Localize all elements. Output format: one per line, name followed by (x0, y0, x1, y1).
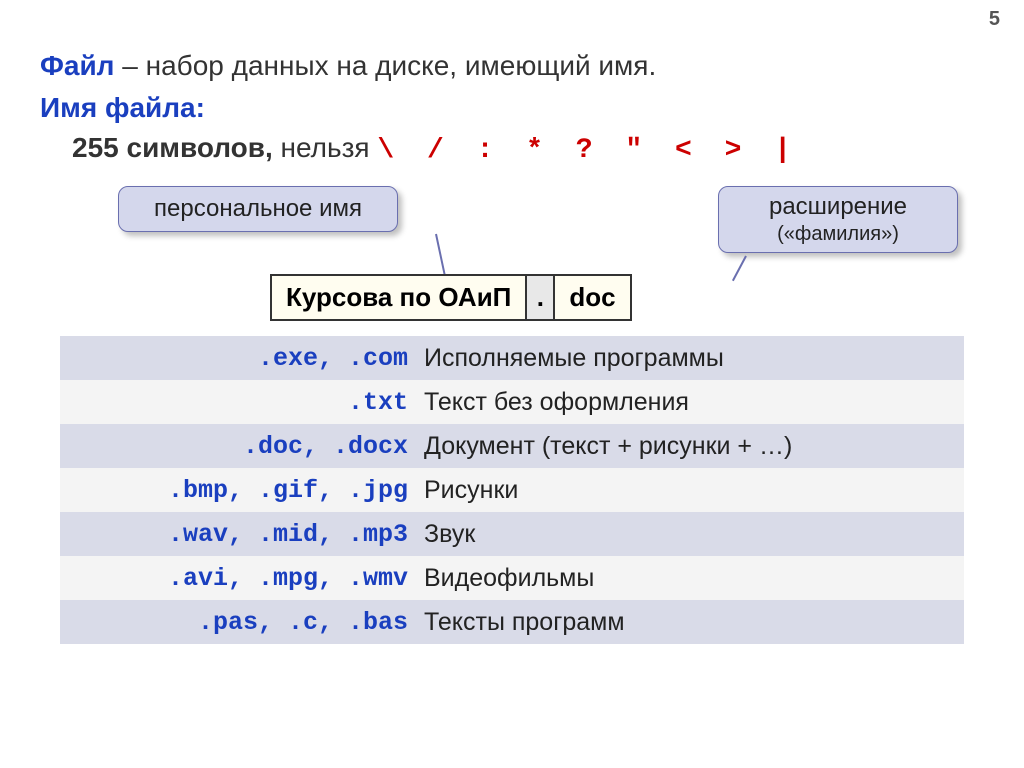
desc-cell: Звук (420, 520, 964, 549)
slide-content: Файл – набор данных на диске, имеющий им… (0, 0, 1024, 644)
desc-cell: Документ (текст + рисунки + …) (420, 432, 964, 461)
definition-text: набор данных на диске, имеющий имя. (146, 50, 657, 81)
filename-example: Курсова по ОАиП . doc (270, 274, 632, 321)
table-row: .wav, .mid, .mp3 Звук (60, 512, 964, 556)
page-number: 5 (989, 8, 1000, 31)
filename-label: Имя файла: (40, 92, 984, 124)
ext-cell: .txt (60, 388, 420, 417)
callout-extension: расширение («фамилия») (718, 186, 958, 253)
term-file: Файл (40, 50, 114, 81)
callout-pointer-left (435, 234, 446, 275)
desc-cell: Рисунки (420, 476, 964, 505)
ext-cell: .doc, .docx (60, 432, 420, 461)
forbid-word: нельзя (273, 132, 378, 163)
dash: – (114, 50, 145, 81)
callouts-area: персональное имя расширение («фамилия») … (40, 186, 984, 326)
ext-cell: .wav, .mid, .mp3 (60, 520, 420, 549)
table-row: .avi, .mpg, .wmv Видеофильмы (60, 556, 964, 600)
filename-name-part: Курсова по ОАиП (272, 276, 527, 319)
char-limit: 255 символов, (72, 132, 273, 163)
callout-extension-title: расширение (769, 193, 907, 220)
filename-dot-part: . (527, 276, 555, 319)
desc-cell: Видеофильмы (420, 564, 964, 593)
callout-personal-name: персональное имя (118, 186, 398, 232)
extensions-table: .exe, .com Исполняемые программы .txt Те… (60, 336, 964, 644)
ext-cell: .pas, .c, .bas (60, 608, 420, 637)
callout-extension-sub: («фамилия») (735, 223, 941, 246)
desc-cell: Текст без оформления (420, 388, 964, 417)
filename-ext-part: doc (555, 276, 629, 319)
desc-cell: Тексты программ (420, 608, 964, 637)
ext-cell: .exe, .com (60, 344, 420, 373)
ext-cell: .bmp, .gif, .jpg (60, 476, 420, 505)
definition-line: Файл – набор данных на диске, имеющий им… (40, 50, 984, 82)
rule-line: 255 символов, нельзя \ / : * ? " < > | (40, 132, 984, 166)
table-row: .pas, .c, .bas Тексты программ (60, 600, 964, 644)
table-row: .doc, .docx Документ (текст + рисунки + … (60, 424, 964, 468)
callout-pointer-right (732, 256, 747, 282)
ext-cell: .avi, .mpg, .wmv (60, 564, 420, 593)
forbidden-chars: \ / : * ? " < > | (377, 135, 799, 166)
desc-cell: Исполняемые программы (420, 344, 964, 373)
table-row: .bmp, .gif, .jpg Рисунки (60, 468, 964, 512)
table-row: .exe, .com Исполняемые программы (60, 336, 964, 380)
table-row: .txt Текст без оформления (60, 380, 964, 424)
